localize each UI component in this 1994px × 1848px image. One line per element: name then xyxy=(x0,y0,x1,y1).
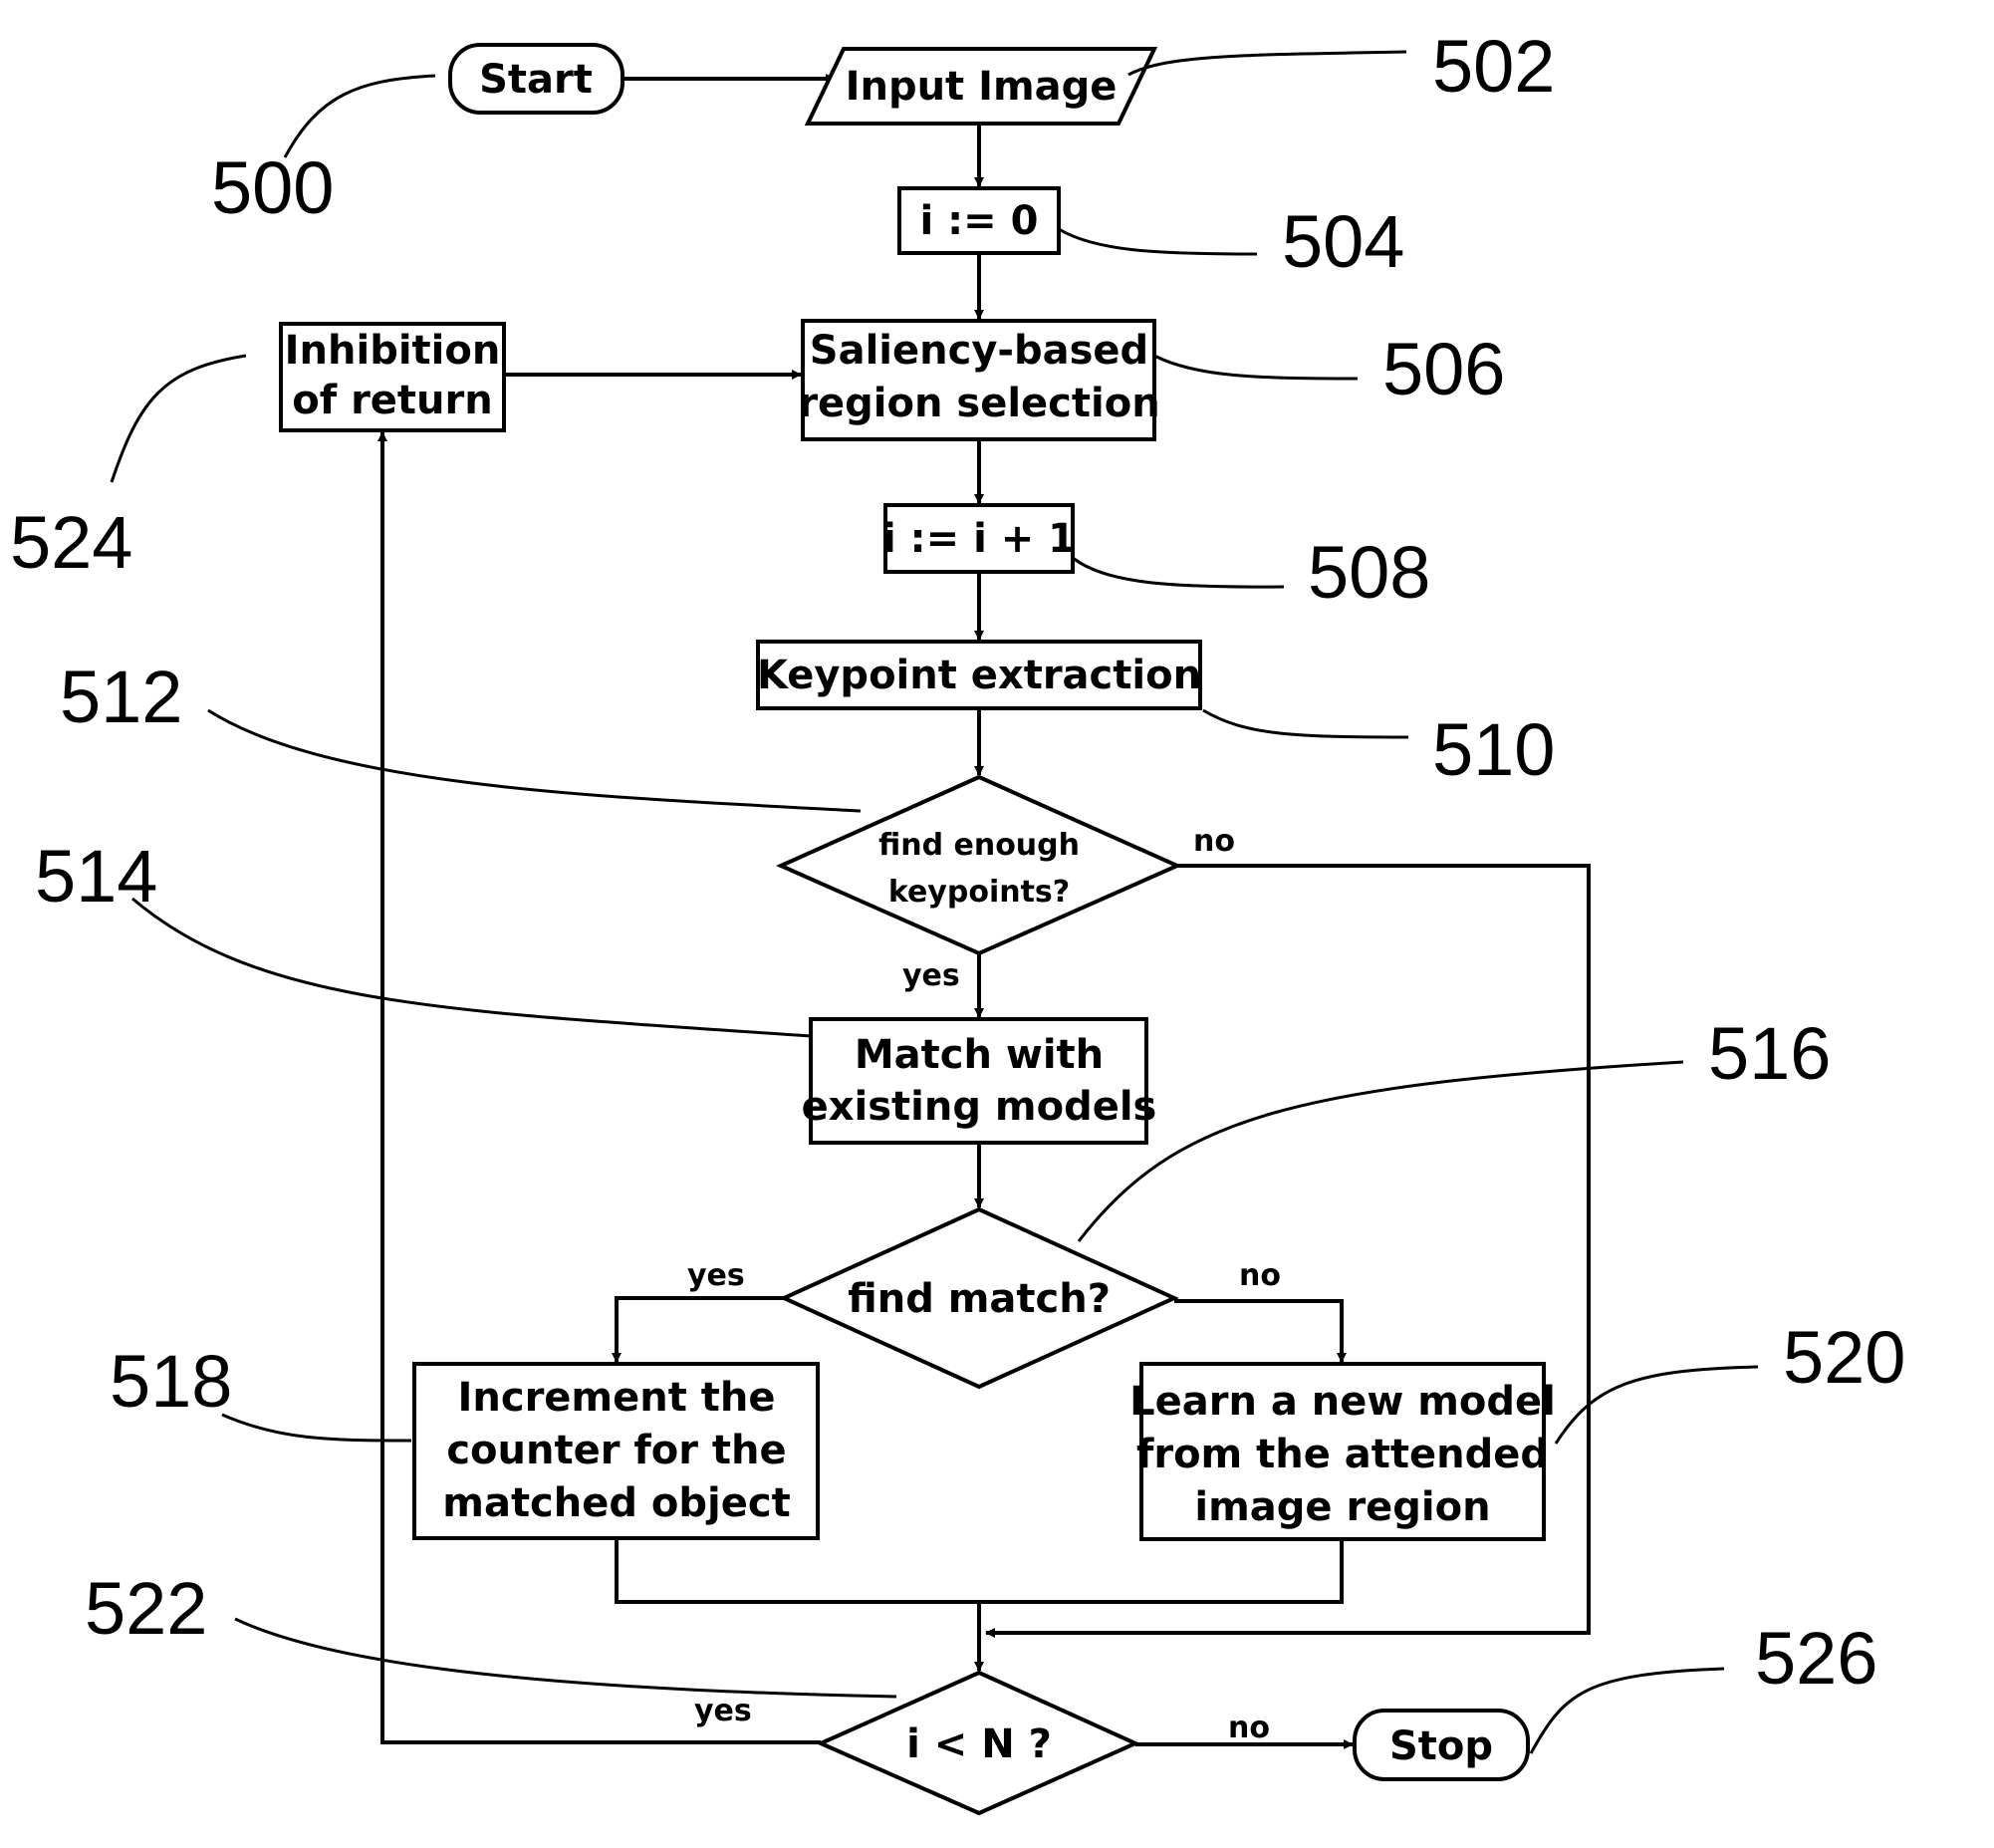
increment-counter-line3: matched object xyxy=(442,1480,790,1526)
ref-526: 526 xyxy=(1755,1617,1877,1700)
node-input-image: Input Image xyxy=(804,47,1158,126)
ref-510: 510 xyxy=(1432,708,1555,791)
ref-514: 514 xyxy=(35,835,157,918)
saliency-label-line1: Saliency-based xyxy=(810,328,1148,374)
node-match-models: Match with existing models xyxy=(802,1017,1157,1145)
ref-516: 516 xyxy=(1708,1012,1831,1095)
leader-508 xyxy=(1072,556,1285,589)
flowchart-canvas: Start Input Image i := 0 Saliency-based … xyxy=(0,0,1994,1848)
inhibition-label-line1: Inhibition xyxy=(285,328,501,374)
node-stop: Stop xyxy=(1353,1709,1530,1781)
keypoints-yes-label: yes xyxy=(902,958,960,993)
leader-500 xyxy=(283,74,436,158)
leader-512 xyxy=(207,708,862,813)
leader-514 xyxy=(131,897,812,1038)
enough-keypoints-line1: find enough xyxy=(878,828,1080,863)
increment-i-label: i := i + 1 xyxy=(882,516,1076,562)
keypoints-no-label: no xyxy=(1193,824,1235,859)
loop-no-label: no xyxy=(1228,1711,1270,1745)
leader-520 xyxy=(1554,1365,1759,1445)
saliency-label-line2: region selection xyxy=(798,381,1159,426)
ref-520: 520 xyxy=(1783,1316,1905,1399)
ref-518: 518 xyxy=(110,1340,232,1423)
learn-model-line2: from the attended xyxy=(1136,1432,1549,1477)
ref-500: 500 xyxy=(211,146,334,229)
enough-keypoints-diamond xyxy=(776,774,1182,956)
loop-yes-label: yes xyxy=(694,1694,752,1728)
ref-508: 508 xyxy=(1308,531,1430,614)
match-models-line2: existing models xyxy=(802,1084,1157,1130)
input-image-label: Input Image xyxy=(846,64,1118,110)
node-start: Start xyxy=(448,43,624,115)
leader-502 xyxy=(1127,50,1407,77)
node-loop-check: i < N ? xyxy=(816,1670,1140,1816)
keypoint-label: Keypoint extraction xyxy=(757,653,1201,698)
increment-counter-line2: counter for the xyxy=(446,1428,786,1473)
edge-merge xyxy=(615,1538,1344,1604)
init-i-label: i := 0 xyxy=(920,198,1039,244)
ref-504: 504 xyxy=(1282,200,1404,283)
node-learn-model: Learn a new model from the attended imag… xyxy=(1129,1362,1556,1541)
edge-loop-yes xyxy=(377,431,821,1744)
ref-524: 524 xyxy=(10,501,132,584)
leader-524 xyxy=(110,354,247,483)
enough-keypoints-line2: keypoints? xyxy=(888,875,1070,910)
ref-506: 506 xyxy=(1382,328,1505,410)
start-label: Start xyxy=(479,57,593,103)
increment-counter-line1: Increment the xyxy=(458,1375,776,1421)
node-enough-keypoints: find enough keypoints? xyxy=(776,774,1182,956)
match-models-line1: Match with xyxy=(855,1032,1104,1078)
match-no-label: no xyxy=(1239,1258,1281,1293)
flowchart-svg: Start Input Image i := 0 Saliency-based … xyxy=(10,25,1905,1816)
ref-502: 502 xyxy=(1432,25,1555,108)
leader-522 xyxy=(234,1617,897,1699)
leader-516 xyxy=(1077,1060,1684,1242)
match-yes-label: yes xyxy=(687,1258,745,1293)
edge-match-yes xyxy=(612,1296,784,1363)
leader-504 xyxy=(1058,227,1258,256)
node-keypoint: Keypoint extraction xyxy=(756,640,1202,710)
node-saliency: Saliency-based region selection xyxy=(798,319,1160,441)
node-init-i: i := 0 xyxy=(897,186,1061,255)
leader-506 xyxy=(1153,354,1359,381)
leader-526 xyxy=(1529,1667,1725,1754)
inhibition-label-line2: of return xyxy=(292,378,492,423)
loop-check-label: i < N ? xyxy=(906,1721,1052,1767)
stop-label: Stop xyxy=(1389,1723,1493,1769)
learn-model-line1: Learn a new model xyxy=(1129,1379,1556,1425)
node-increment-i: i := i + 1 xyxy=(882,503,1076,574)
node-find-match: find match? xyxy=(779,1206,1179,1390)
leader-510 xyxy=(1202,708,1409,739)
node-increment-counter: Increment the counter for the matched ob… xyxy=(412,1362,820,1540)
ref-522: 522 xyxy=(85,1567,207,1650)
learn-model-line3: image region xyxy=(1194,1484,1490,1530)
edge-match-no xyxy=(1174,1299,1347,1363)
ref-512: 512 xyxy=(60,656,182,738)
find-match-label: find match? xyxy=(848,1276,1111,1322)
node-inhibition: Inhibition of return xyxy=(279,322,506,432)
